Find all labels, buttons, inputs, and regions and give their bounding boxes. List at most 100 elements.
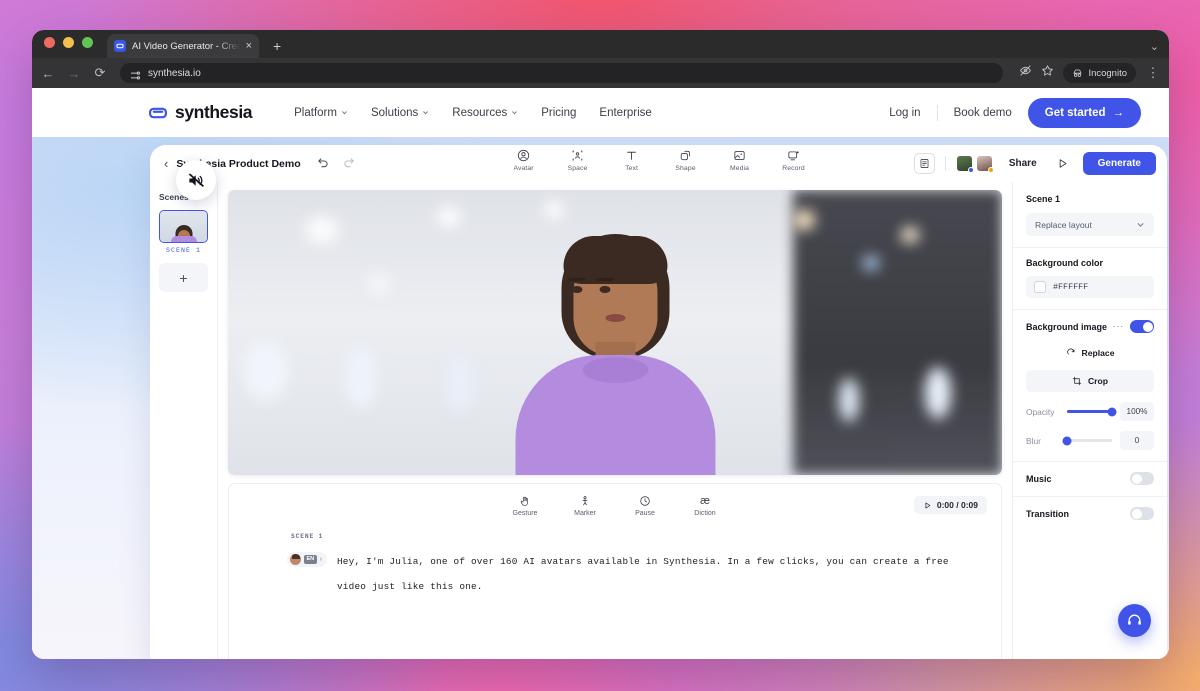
- script-text[interactable]: Hey, I'm Julia, one of over 160 AI avata…: [337, 549, 961, 599]
- avatar-figure: [508, 220, 723, 475]
- media-icon: [733, 148, 746, 163]
- new-tab-button[interactable]: +: [273, 38, 281, 58]
- replace-layout-select[interactable]: Replace layout: [1026, 213, 1154, 236]
- background-image-toggle[interactable]: [1130, 320, 1154, 333]
- browser-menu-button[interactable]: ⋮: [1145, 65, 1161, 81]
- script-toolbar: Gesture Marker Pause æ Diction 0:00 / 0:…: [229, 494, 1001, 517]
- script-tool-diction[interactable]: æ Diction: [686, 494, 724, 517]
- avatar[interactable]: [955, 155, 974, 173]
- scene-thumbnail[interactable]: [159, 210, 208, 243]
- chevron-right-icon[interactable]: ›: [320, 556, 322, 563]
- collaborator-avatars[interactable]: [955, 155, 994, 173]
- speaker-chip[interactable]: EN ›: [287, 552, 327, 567]
- hero-section: ‹ Synthesia Product Demo Avatar Space Te…: [32, 137, 1169, 659]
- close-icon[interactable]: ×: [246, 40, 252, 52]
- script-tool-label: Diction: [694, 510, 716, 517]
- crop-icon: [1072, 376, 1082, 386]
- close-window-button[interactable]: [44, 36, 55, 48]
- star-icon[interactable]: [1041, 64, 1054, 82]
- maximize-window-button[interactable]: [82, 36, 93, 48]
- script-tool-pause[interactable]: Pause: [626, 494, 664, 517]
- window-controls[interactable]: [44, 30, 93, 58]
- opacity-value[interactable]: 100%: [1120, 402, 1154, 421]
- replace-image-button[interactable]: Replace: [1026, 345, 1154, 361]
- get-started-button[interactable]: Get started →: [1027, 97, 1141, 128]
- share-button[interactable]: Share: [1003, 158, 1043, 169]
- avatar[interactable]: [975, 155, 994, 173]
- synthesia-logo-icon: [114, 40, 126, 52]
- login-link[interactable]: Log in: [889, 107, 920, 119]
- blur-slider[interactable]: [1062, 436, 1112, 445]
- inspector-title: Scene 1: [1026, 194, 1061, 204]
- scene-label: SCENE 1: [165, 247, 201, 254]
- marker-pin-icon: [579, 494, 591, 508]
- support-chat-button[interactable]: [1118, 604, 1151, 637]
- chevron-down-icon: [1137, 223, 1144, 227]
- forward-button[interactable]: →: [66, 66, 82, 81]
- space-icon: [571, 148, 584, 163]
- studio-back-button[interactable]: ‹: [161, 156, 176, 171]
- more-options-icon[interactable]: ···: [1113, 321, 1125, 332]
- color-swatch[interactable]: [1034, 281, 1046, 293]
- shape-icon: [679, 148, 692, 163]
- record-icon: [787, 148, 800, 163]
- site-settings-icon[interactable]: [130, 68, 141, 80]
- brand-name: synthesia: [175, 102, 253, 122]
- script-tool-gesture[interactable]: Gesture: [506, 494, 544, 517]
- browser-tab[interactable]: AI Video Generator - Create A ×: [107, 34, 259, 58]
- nav-item-resources[interactable]: Resources: [452, 107, 518, 119]
- playback-timecode[interactable]: 0:00 / 0:09: [913, 496, 987, 514]
- add-scene-button[interactable]: +: [159, 263, 208, 292]
- tool-record[interactable]: Record: [777, 148, 811, 172]
- music-row: Music: [1026, 472, 1154, 485]
- redo-icon[interactable]: [342, 155, 355, 173]
- background-color-field[interactable]: #FFFFFF: [1026, 276, 1154, 298]
- mute-button[interactable]: [176, 160, 216, 200]
- chevron-down-icon[interactable]: ⌄: [1150, 40, 1169, 58]
- minimize-window-button[interactable]: [63, 36, 74, 48]
- script-tool-marker[interactable]: Marker: [566, 494, 604, 517]
- notes-icon[interactable]: [913, 153, 935, 174]
- tool-text[interactable]: Text: [615, 148, 649, 172]
- nav-item-platform[interactable]: Platform: [294, 107, 348, 119]
- nav-item-pricing[interactable]: Pricing: [541, 107, 576, 119]
- nav-item-enterprise[interactable]: Enterprise: [599, 107, 651, 119]
- speaker-muted-icon: [188, 172, 204, 187]
- chevron-down-icon: [423, 111, 429, 115]
- diction-ae-icon: æ: [700, 495, 710, 507]
- address-bar[interactable]: synthesia.io: [120, 63, 1004, 83]
- transition-label: Transition: [1026, 508, 1070, 519]
- crop-image-button[interactable]: Crop: [1026, 370, 1154, 392]
- incognito-indicator[interactable]: Incognito: [1063, 63, 1136, 83]
- opacity-control: Opacity 100%: [1026, 402, 1154, 421]
- arrow-right-icon: →: [1112, 106, 1125, 119]
- blur-value[interactable]: 0: [1120, 431, 1154, 450]
- transition-toggle[interactable]: [1130, 507, 1154, 520]
- text-icon: [625, 148, 638, 163]
- tool-label: Shape: [675, 165, 696, 172]
- preview-button[interactable]: [1053, 154, 1073, 174]
- nav-item-solutions[interactable]: Solutions: [371, 107, 429, 119]
- generate-button[interactable]: Generate: [1082, 152, 1156, 175]
- site-navbar: synthesia Platform Solutions Resources P…: [32, 88, 1169, 137]
- background-image-row: Background image ···: [1026, 320, 1154, 333]
- divider: [936, 104, 938, 121]
- tool-media[interactable]: Media: [723, 148, 757, 172]
- studio-body: Scenes SCENE 1 + Gesture Marker Pause æ …: [150, 160, 1167, 659]
- tool-shape[interactable]: Shape: [669, 148, 703, 172]
- book-demo-link[interactable]: Book demo: [954, 107, 1012, 119]
- music-toggle[interactable]: [1130, 472, 1154, 485]
- video-preview[interactable]: [228, 190, 1002, 475]
- synthesia-logo[interactable]: synthesia: [148, 102, 253, 123]
- undo-icon[interactable]: [317, 155, 330, 173]
- back-button[interactable]: ←: [40, 66, 56, 81]
- tool-avatar[interactable]: Avatar: [507, 148, 541, 172]
- browser-window: AI Video Generator - Create A × + ⌄ ← → …: [32, 30, 1169, 659]
- script-tool-label: Marker: [574, 510, 596, 517]
- reload-button[interactable]: ⟳: [92, 65, 108, 81]
- tool-space[interactable]: Space: [561, 148, 595, 172]
- tool-label: Record: [782, 165, 805, 172]
- browser-toolbar: ← → ⟳ synthesia.io Incognito ⋮: [32, 58, 1169, 88]
- eye-slash-icon[interactable]: [1019, 64, 1032, 82]
- opacity-slider[interactable]: [1067, 407, 1117, 416]
